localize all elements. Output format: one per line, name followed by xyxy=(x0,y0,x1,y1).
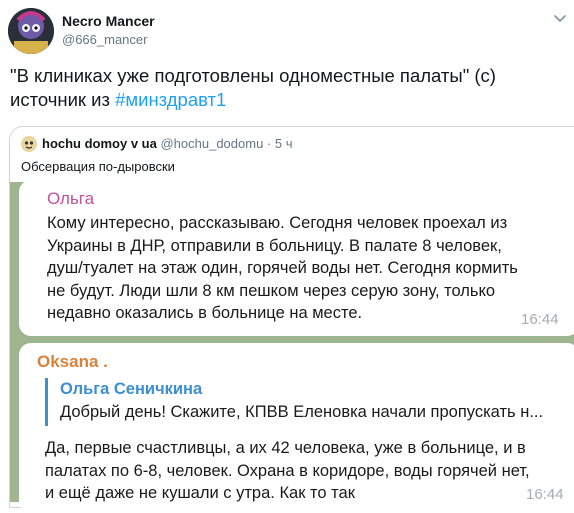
author-avatar[interactable] xyxy=(8,8,54,54)
tweet-author[interactable]: Necro Mancer @666_mancer xyxy=(62,13,155,48)
message-1-text: Кому интересно, рассказываю. Сегодня чел… xyxy=(47,212,518,325)
quote-text: Обсервация по-дыровски xyxy=(21,159,175,174)
message-2-line: палатах по 6-8, человек. Охрана в коридо… xyxy=(45,461,530,480)
reply-quote: Ольга Сеничкина Добрый день! Скажите, КП… xyxy=(45,378,568,426)
message-1-sender: Ольга xyxy=(47,189,95,208)
author-handle[interactable]: @666_mancer xyxy=(62,31,155,48)
quote-avatar xyxy=(21,136,37,152)
message-1-line: Украины в ДНР, отправили в больницу. В п… xyxy=(47,236,502,255)
tweet-text: "В клиниках уже подготовлены одноместные… xyxy=(10,64,565,112)
author-name[interactable]: Necro Mancer xyxy=(62,13,155,30)
hashtag-link[interactable]: #минздравт1 xyxy=(115,89,226,110)
message-1-line: душ/туалет на этаж один, горячей воды не… xyxy=(47,259,518,277)
message-1-line: Кому интересно, рассказываю. Сегодня чел… xyxy=(47,214,508,232)
message-2-time: 16:44 xyxy=(526,486,564,503)
quote-author-handle[interactable]: @hochu_dodomu xyxy=(160,136,263,151)
tweet-text-line-2: источник из #минздравт1 xyxy=(10,88,565,112)
reply-quote-text: Добрый день! Скажите, КПВВ Еленовка нача… xyxy=(60,403,544,421)
quote-separator: · xyxy=(263,136,275,151)
tweet-text-line-1: "В клиниках уже подготовлены одноместные… xyxy=(10,65,496,86)
message-2-text: Да, первые счастливцы, а их 42 человека,… xyxy=(45,437,530,505)
quoted-tweet-header: hochu domoy v ua @hochu_dodomu · 5 ч Обс… xyxy=(10,127,574,182)
message-2-line: Да, первые счастливцы, а их 42 человека,… xyxy=(45,439,526,457)
chevron-down-icon[interactable] xyxy=(552,10,568,26)
message-2-sender: Oksana . xyxy=(37,352,108,371)
quote-time[interactable]: 5 ч xyxy=(275,136,293,151)
message-2-line: и ещё даже не кушали с утра. Как то так xyxy=(45,484,355,502)
reply-quote-name: Ольга Сеничкина xyxy=(60,380,203,398)
quote-author-name[interactable]: hochu domoy v ua xyxy=(42,136,157,151)
message-1-time: 16:44 xyxy=(521,311,559,328)
message-1-line: не будут. Люди шли 8 км пешком через сер… xyxy=(47,281,496,300)
tweet-text-prefix: источник из xyxy=(10,89,116,110)
message-1-line: недавно оказались в больнице на месте. xyxy=(47,304,363,322)
quote-author-line: hochu domoy v ua @hochu_dodomu · 5 ч xyxy=(42,136,292,151)
